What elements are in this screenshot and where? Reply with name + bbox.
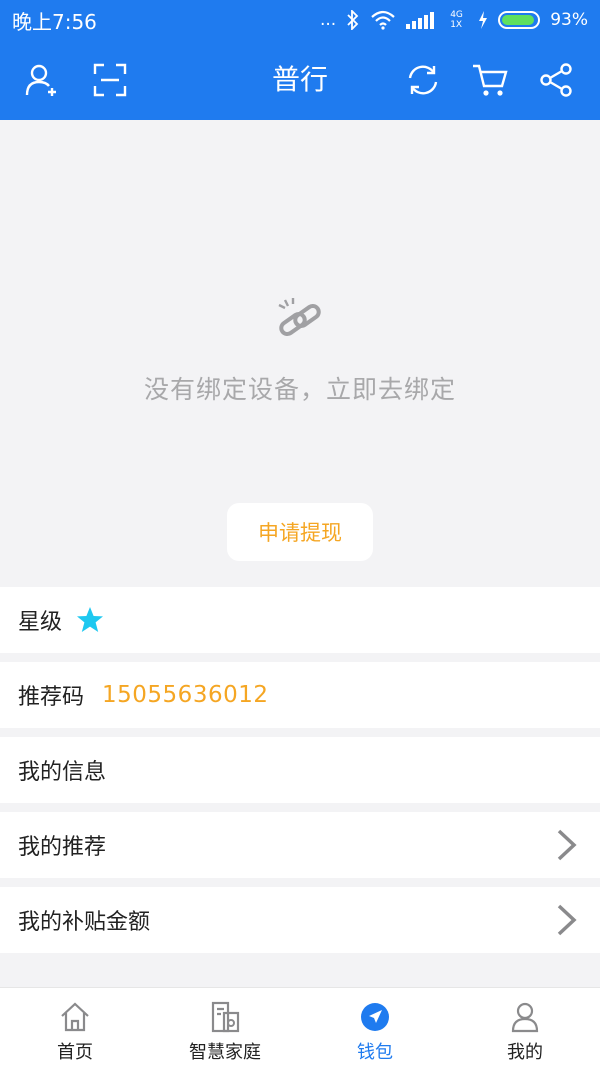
tab-smart-home-label: 智慧家庭 [189, 1042, 261, 1063]
my-info-row[interactable]: 我的信息 [0, 737, 600, 803]
my-referrals-row[interactable]: 我的推荐 [0, 812, 600, 878]
referral-code-row: 推荐码 15055636012 [0, 662, 600, 728]
star-icon [76, 606, 104, 634]
tab-wallet-label: 钱包 [357, 1042, 393, 1063]
charging-icon [479, 11, 488, 29]
tab-home-label: 首页 [57, 1042, 93, 1063]
cart-icon[interactable] [470, 60, 510, 100]
status-time: 晚上7:56 [12, 9, 97, 34]
chevron-right-icon [557, 904, 577, 936]
wallet-navigation-icon [359, 1001, 391, 1033]
empty-state-message[interactable]: 没有绑定设备，立即去绑定 [0, 370, 600, 406]
rating-row: 星级 [0, 587, 600, 653]
bluetooth-icon [347, 10, 359, 30]
apply-withdraw-button[interactable]: 申请提现 [227, 503, 373, 561]
my-info-label: 我的信息 [18, 760, 107, 785]
battery-icon [498, 11, 541, 29]
tab-wallet[interactable]: 钱包 [300, 988, 450, 1067]
scan-icon[interactable] [90, 60, 130, 100]
tab-smart-home[interactable]: 智慧家庭 [150, 988, 300, 1067]
wifi-icon [371, 10, 395, 30]
profile-icon [509, 1001, 541, 1033]
status-bar: 晚上7:56 ... 4G 1X 93% [0, 0, 600, 40]
tab-profile-label: 我的 [507, 1042, 543, 1063]
my-subsidy-label: 我的补贴金额 [18, 910, 151, 935]
share-icon[interactable] [536, 60, 576, 100]
chevron-right-icon [557, 829, 577, 861]
battery-level [502, 15, 534, 25]
more-dots: ... [319, 10, 337, 30]
signal-icon [406, 12, 435, 29]
tab-profile[interactable]: 我的 [450, 988, 600, 1067]
tab-home[interactable]: 首页 [0, 988, 150, 1067]
broken-link-icon [278, 298, 321, 337]
bottom-tab-bar: 首页 智慧家庭 钱包 我的 [0, 987, 600, 1067]
smart-home-icon [209, 1001, 241, 1033]
my-subsidy-row[interactable]: 我的补贴金额 [0, 887, 600, 953]
home-icon [59, 1001, 91, 1033]
referral-code-value: 15055636012 [102, 682, 269, 708]
battery-percent: 93% [550, 10, 588, 30]
app-header: 普行 [0, 40, 600, 120]
refresh-icon[interactable] [403, 60, 443, 100]
network-type: 4G 1X [450, 10, 463, 30]
status-indicators: ... 4G 1X 93% [320, 10, 588, 30]
referral-code-label: 推荐码 [18, 685, 85, 710]
rating-label: 星级 [18, 610, 63, 635]
device-empty-state: 没有绑定设备，立即去绑定 申请提现 [0, 120, 600, 586]
my-referrals-label: 我的推荐 [18, 835, 107, 860]
add-user-icon[interactable] [22, 60, 62, 100]
